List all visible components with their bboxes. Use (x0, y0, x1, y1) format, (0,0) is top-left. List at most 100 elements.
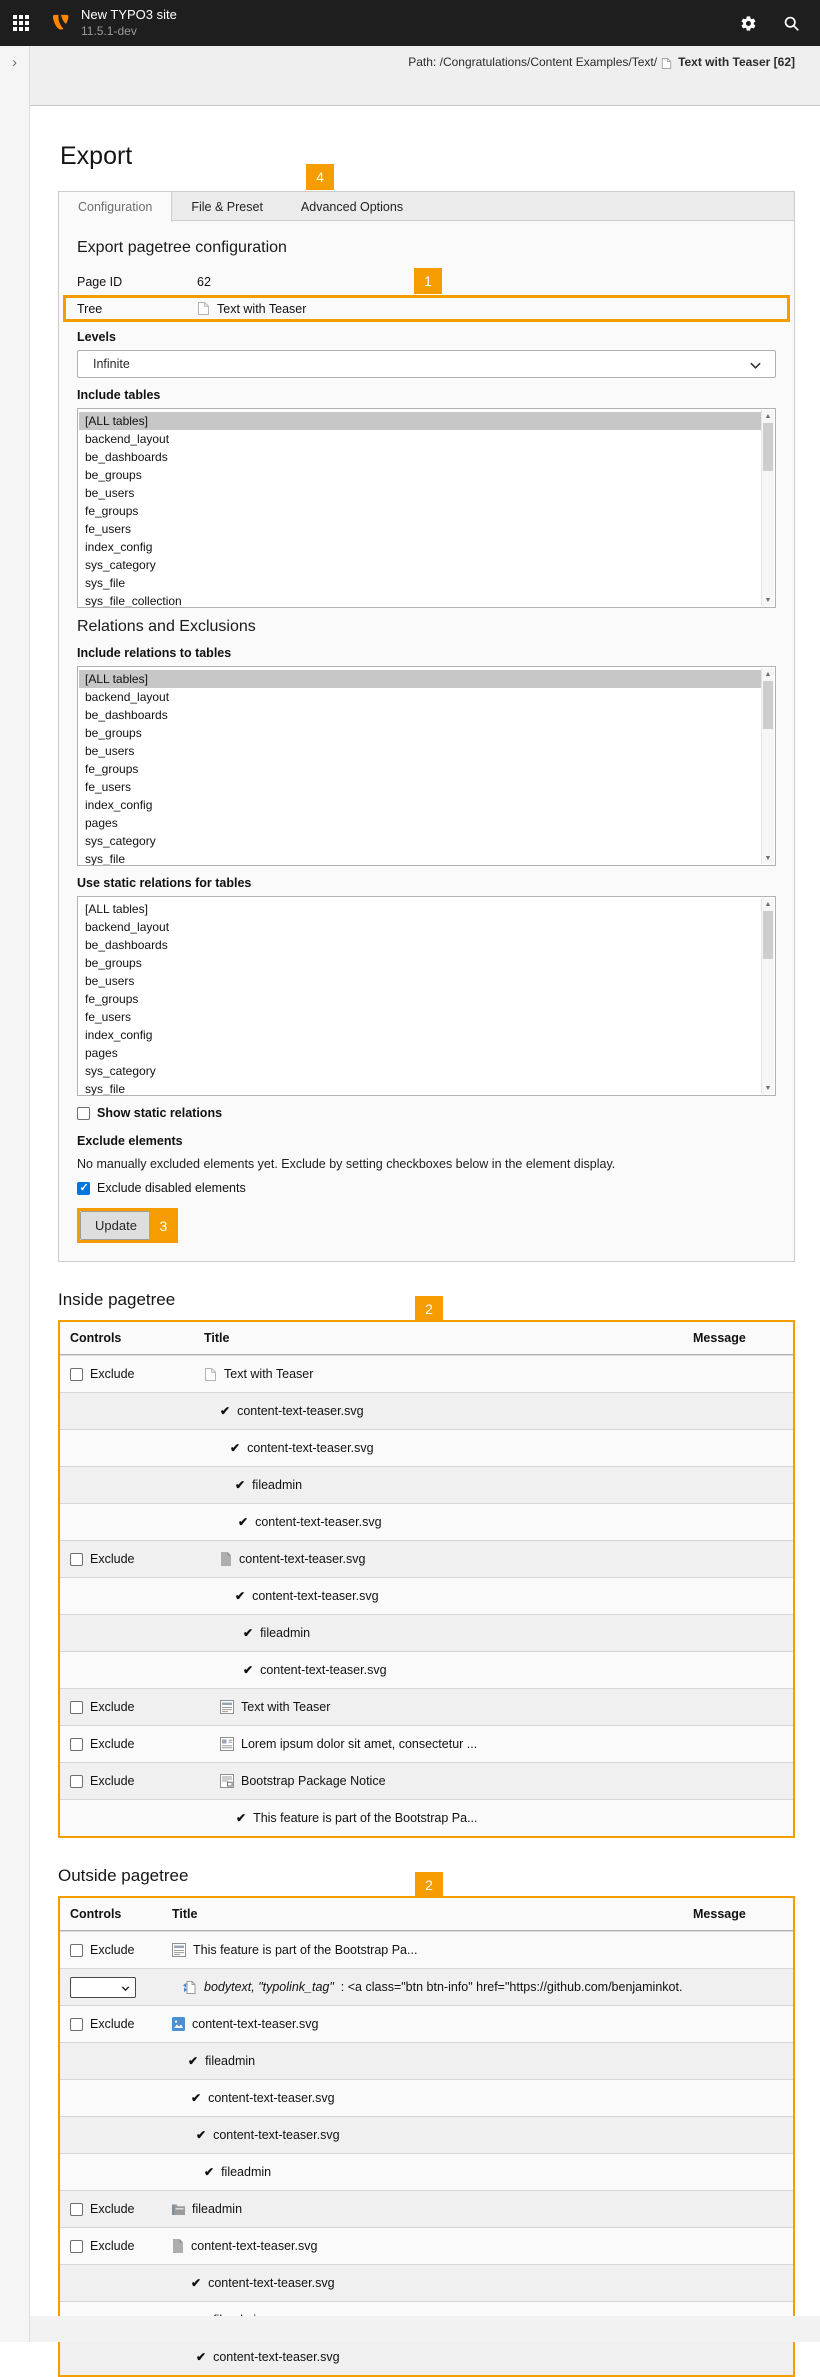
check-icon: ✔ (243, 1663, 253, 1677)
table-option[interactable]: be_users (79, 484, 761, 502)
include-tables-listbox[interactable]: [ALL tables]backend_layoutbe_dashboardsb… (77, 408, 776, 608)
show-static-relations-checkbox[interactable] (77, 1107, 90, 1120)
row-title: content-text-teaser.svg (191, 2239, 317, 2253)
row-title: content-text-teaser.svg (213, 2350, 339, 2364)
table-option[interactable]: index_config (79, 538, 761, 556)
table-option[interactable]: fe_groups (79, 990, 761, 1008)
table-option[interactable]: sys_file (79, 574, 761, 592)
table-option[interactable]: be_dashboards (79, 706, 761, 724)
folder-icon (172, 2203, 185, 2215)
check-icon: ✔ (230, 1441, 240, 1455)
table-option[interactable]: index_config (79, 796, 761, 814)
exclude-checkbox[interactable] (70, 1944, 83, 1957)
scroll-up-icon[interactable]: ▲ (762, 898, 774, 910)
tree-row: 1 Tree Text with Teaser (63, 295, 790, 322)
static-relations-listbox[interactable]: [ALL tables]backend_layoutbe_dashboardsb… (77, 896, 776, 1096)
exclude-checkbox[interactable] (70, 2240, 83, 2253)
scroll-down-icon[interactable]: ▼ (762, 852, 774, 864)
exclude-disabled-row: Exclude disabled elements (77, 1181, 776, 1195)
page-icon (661, 57, 672, 70)
table-option[interactable]: sys_file (79, 1080, 761, 1096)
scrollbar-thumb[interactable] (763, 423, 773, 471)
page-id-label: Page ID (77, 275, 197, 289)
table-option[interactable]: sys_category (79, 832, 761, 850)
table-option[interactable]: [ALL tables] (79, 900, 761, 918)
exclude-label: Exclude (90, 2017, 134, 2031)
table-row: ✔content-text-teaser.svg (60, 2264, 793, 2301)
check-icon: ✔ (188, 2054, 198, 2068)
table-row: ✔content-text-teaser.svg (60, 1392, 793, 1429)
update-button[interactable]: Update (80, 1211, 152, 1240)
exclude-checkbox[interactable] (70, 1775, 83, 1788)
table-row: Excludecontent-text-teaser.svg (60, 2227, 793, 2264)
title-cell: This feature is part of the Bootstrap Pa… (162, 1943, 683, 1957)
softref-icon (182, 1980, 197, 1995)
table-option[interactable]: be_groups (79, 954, 761, 972)
table-option[interactable]: backend_layout (79, 918, 761, 936)
row-title: Bootstrap Package Notice (241, 1774, 386, 1788)
table-option[interactable]: be_users (79, 742, 761, 760)
tab-advanced-options[interactable]: Advanced Options (282, 192, 422, 221)
table-option[interactable]: index_config (79, 1026, 761, 1044)
table-option[interactable]: sys_file (79, 850, 761, 866)
table-option[interactable]: fe_users (79, 1008, 761, 1026)
table-option[interactable]: pages (79, 1044, 761, 1062)
table-option[interactable]: sys_category (79, 556, 761, 574)
exclude-checkbox[interactable] (70, 1701, 83, 1714)
exclude-checkbox[interactable] (70, 1368, 83, 1381)
listbox-scrollbar[interactable]: ▲▼ (761, 410, 774, 606)
table-option[interactable]: fe_groups (79, 502, 761, 520)
tab-file-preset[interactable]: File & Preset (172, 192, 282, 221)
row-title: fileadmin (252, 1478, 302, 1492)
search-icon[interactable] (783, 15, 800, 32)
exclude-checkbox[interactable] (70, 1738, 83, 1751)
ce-text-icon (172, 1943, 186, 1957)
page-icon (197, 301, 210, 316)
exclude-elements-heading: Exclude elements (77, 1134, 776, 1148)
scrollbar-thumb[interactable] (763, 681, 773, 729)
ce-notice-icon (220, 1774, 234, 1788)
listbox-scrollbar[interactable]: ▲▼ (761, 898, 774, 1094)
check-icon: ✔ (235, 1589, 245, 1603)
table-header-row: ControlsTitleMessage (60, 1322, 793, 1355)
table-option[interactable]: sys_category (79, 1062, 761, 1080)
title-cell: content-text-teaser.svg (162, 2239, 683, 2253)
table-option[interactable]: [ALL tables] (79, 670, 761, 688)
scrollbar-thumb[interactable] (763, 911, 773, 959)
controls-cell: Exclude (60, 1943, 162, 1957)
table-option[interactable]: be_dashboards (79, 936, 761, 954)
table-option[interactable]: be_groups (79, 466, 761, 484)
exclude-checkbox[interactable] (70, 2203, 83, 2216)
chevron-right-icon[interactable]: › (0, 54, 29, 71)
scroll-down-icon[interactable]: ▼ (762, 594, 774, 606)
tab-configuration[interactable]: Configuration (58, 191, 172, 222)
levels-select[interactable]: Infinite (77, 350, 776, 378)
table-option[interactable]: be_groups (79, 724, 761, 742)
softref-action-select[interactable] (70, 1977, 136, 1998)
table-option[interactable]: backend_layout (79, 430, 761, 448)
table-option[interactable]: fe_groups (79, 760, 761, 778)
table-option[interactable]: be_dashboards (79, 448, 761, 466)
table-option[interactable]: backend_layout (79, 688, 761, 706)
table-option[interactable]: fe_users (79, 520, 761, 538)
annotation-badge-2-inside: 2 (415, 1296, 443, 1322)
include-relations-listbox[interactable]: [ALL tables]backend_layoutbe_dashboardsb… (77, 666, 776, 866)
table-option[interactable]: fe_users (79, 778, 761, 796)
scroll-up-icon[interactable]: ▲ (762, 410, 774, 422)
scroll-up-icon[interactable]: ▲ (762, 668, 774, 680)
table-option[interactable]: be_users (79, 972, 761, 990)
table-option[interactable]: pages (79, 814, 761, 832)
table-option[interactable]: sys_file_collection (79, 592, 761, 608)
module-menu-button[interactable] (0, 0, 42, 46)
controls-cell: Exclude (60, 2017, 162, 2031)
table-option[interactable]: [ALL tables] (79, 412, 761, 430)
scroll-down-icon[interactable]: ▼ (762, 1082, 774, 1094)
exclude-checkbox[interactable] (70, 1553, 83, 1566)
row-title: content-text-teaser.svg (192, 2017, 318, 2031)
exclude-disabled-checkbox[interactable] (77, 1182, 90, 1195)
check-icon: ✔ (196, 2128, 206, 2142)
table-row: ExcludeText with Teaser (60, 1355, 793, 1392)
listbox-scrollbar[interactable]: ▲▼ (761, 668, 774, 864)
exclude-checkbox[interactable] (70, 2018, 83, 2031)
settings-gear-icon[interactable] (740, 15, 757, 32)
